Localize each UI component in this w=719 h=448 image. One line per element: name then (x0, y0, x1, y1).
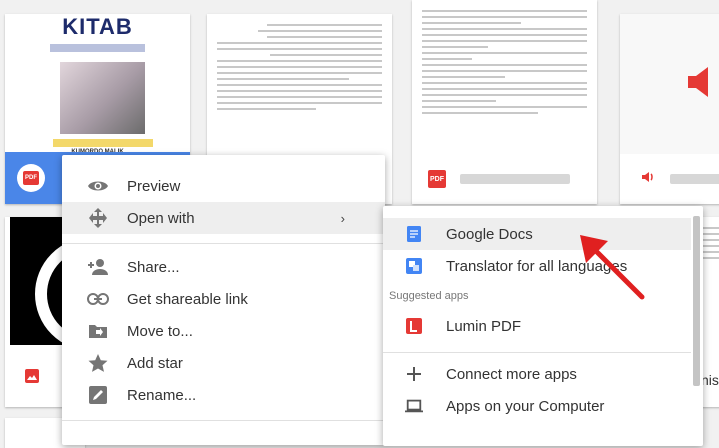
menu-item-label: Preview (127, 177, 181, 195)
lumin-pdf-icon (405, 317, 423, 335)
pdf-badge: PDF (23, 171, 39, 185)
submenu-scrollbar[interactable] (693, 216, 700, 386)
menu-item-share[interactable]: Share... (62, 251, 385, 283)
audio-icon (640, 169, 656, 190)
menu-item-add-star[interactable]: Add star (62, 347, 385, 379)
plus-icon (405, 365, 423, 383)
menu-item-get-link[interactable]: Get shareable link (62, 283, 385, 315)
file-card-document-3[interactable]: PDF (412, 0, 597, 204)
menu-item-label: Move to... (127, 322, 193, 340)
menu-divider (62, 420, 385, 421)
image-file-icon (25, 369, 39, 383)
menu-item-label: Open with (127, 209, 195, 227)
menu-item-label: Get shareable link (127, 290, 248, 308)
pencil-icon (87, 384, 109, 406)
file-name-blurred (460, 174, 570, 184)
submenu-item-apps-on-computer[interactable]: Apps on your Computer (383, 390, 691, 422)
submenu-item-connect-more-apps[interactable]: Connect more apps (383, 358, 691, 390)
submenu-item-label: Lumin PDF (446, 317, 522, 335)
pdf-badge: PDF (428, 170, 446, 188)
translator-icon (405, 257, 423, 275)
document-preview (701, 223, 719, 263)
submenu-item-label: Connect more apps (446, 365, 577, 383)
google-docs-icon (405, 225, 423, 243)
speaker-icon (682, 62, 719, 107)
suggested-apps-header: Suggested apps (389, 290, 469, 302)
menu-item-rename[interactable]: Rename... (62, 379, 385, 411)
file-name-blurred (670, 174, 719, 184)
file-footer (620, 154, 719, 204)
star-icon (87, 352, 109, 374)
link-icon (87, 288, 109, 310)
menu-item-preview[interactable]: Preview (62, 170, 385, 202)
eye-icon (87, 175, 109, 197)
context-menu: Preview Open with › Share... Get shareab… (62, 155, 385, 445)
document-preview (217, 20, 382, 114)
folder-move-icon (87, 320, 109, 342)
menu-item-move-to[interactable]: Move to... (62, 315, 385, 347)
kitab-cover-title: KITAB (62, 14, 133, 39)
submenu-item-lumin-pdf[interactable]: Lumin PDF (383, 310, 691, 342)
submenu-item-label: Apps on your Computer (446, 397, 605, 415)
file-card-audio[interactable] (620, 14, 719, 204)
file-footer: PDF (412, 154, 597, 204)
partial-file-name: nis (701, 372, 719, 388)
document-preview (422, 6, 587, 118)
kitab-cover-image (60, 62, 145, 134)
menu-item-label: Rename... (127, 386, 197, 404)
annotation-arrow (580, 235, 645, 300)
pdf-file-icon: PDF (17, 164, 45, 192)
add-person-icon (87, 256, 109, 278)
menu-item-label: Share... (127, 258, 180, 276)
kitab-cover-band (53, 139, 153, 147)
kitab-cover-subtitle-blur (50, 44, 145, 52)
menu-divider (62, 243, 385, 244)
submenu-item-label: Google Docs (446, 225, 533, 243)
submenu-divider (383, 352, 691, 353)
menu-item-label: Add star (127, 354, 183, 372)
chevron-right-icon: › (340, 210, 345, 226)
menu-item-open-with[interactable]: Open with › (62, 202, 385, 234)
laptop-icon (405, 397, 423, 415)
move-arrows-icon (87, 207, 109, 229)
